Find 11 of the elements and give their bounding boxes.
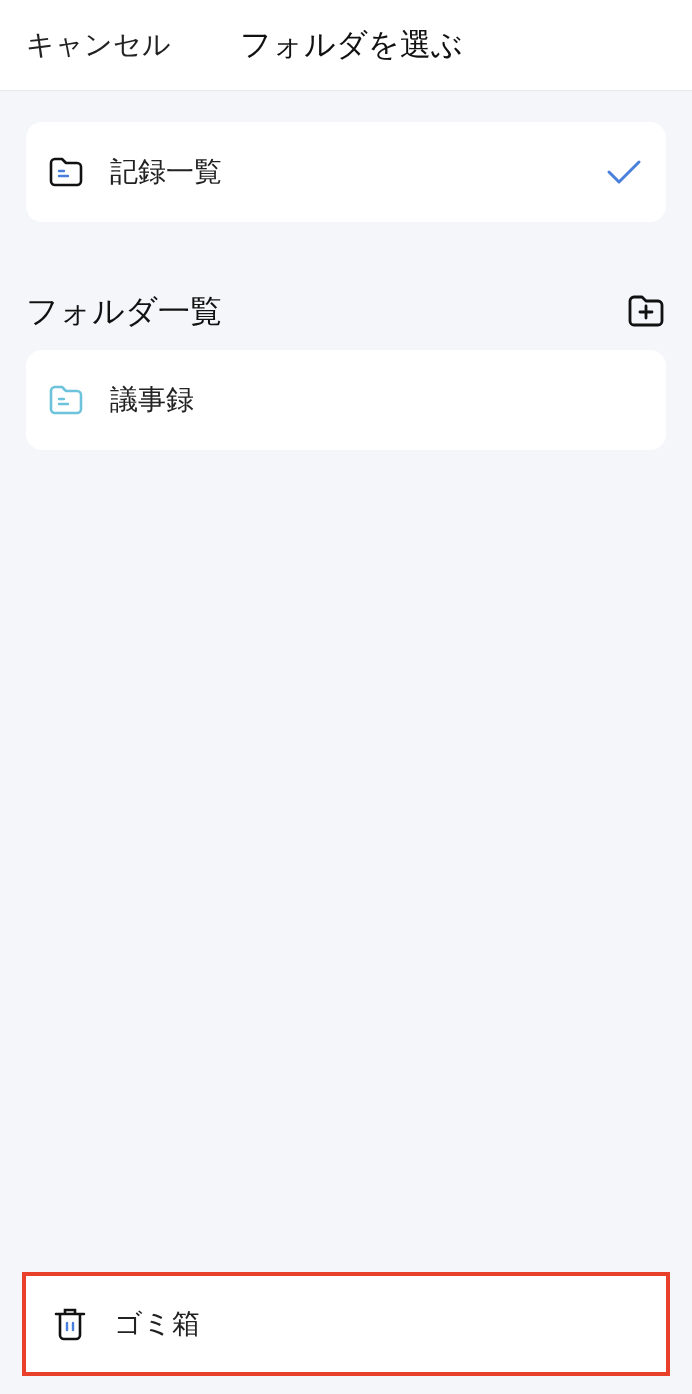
folder-name: 記録一覧 (110, 155, 223, 189)
section-title: フォルダ一覧 (26, 292, 222, 331)
cancel-button[interactable]: キャンセル (26, 24, 240, 66)
trash-list-item[interactable]: ゴミ箱 (22, 1272, 670, 1376)
screen-title: フォルダを選ぶ (240, 25, 463, 64)
trash-label: ゴミ箱 (114, 1307, 200, 1341)
folder-list-item[interactable]: 議事録 (26, 350, 666, 450)
folder-list-item[interactable]: 記録一覧 (26, 122, 666, 222)
checkmark-icon (606, 158, 642, 186)
trash-icon (52, 1306, 88, 1342)
folder-name: 議事録 (110, 383, 195, 417)
